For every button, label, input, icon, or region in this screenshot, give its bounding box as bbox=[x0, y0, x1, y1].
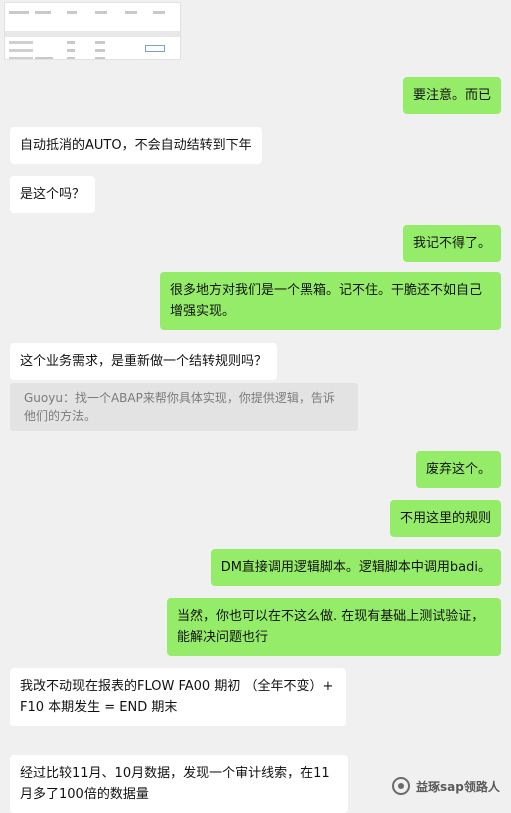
message-bubble-sent[interactable]: 很多地方对我们是一个黑箱。记不住。干脆还不如自己增强实现。 bbox=[160, 272, 501, 330]
table-screenshot-thumbnail[interactable] bbox=[4, 2, 181, 60]
message-bubble-sent[interactable]: 要注意。而已 bbox=[402, 77, 501, 114]
chat-thread[interactable]: 要注意。而已 自动抵消的AUTO，不会自动结转到下年 是这个吗？ 我记不得了。 … bbox=[0, 0, 511, 813]
message-bubble-sent[interactable]: DM直接调用逻辑脚本。逻辑脚本中调用badi。 bbox=[210, 549, 501, 586]
message-bubble-sent[interactable]: 当然，你也可以在不这么做. 在现有基础上测试验证，能解决问题也行 bbox=[167, 598, 501, 656]
message-bubble-received[interactable]: 这个业务需求，是重新做一个结转规则吗？ bbox=[10, 343, 278, 380]
message-bubble-received[interactable]: 是这个吗？ bbox=[10, 176, 96, 213]
message-bubble-received[interactable]: 经过比较11月、10月数据，发现一个审计线索，在11月多了100倍的数据量 bbox=[10, 755, 348, 813]
message-bubble-sent[interactable]: 废弃这个。 bbox=[415, 451, 501, 488]
watermark: 益琢sap领路人 bbox=[392, 774, 500, 798]
quoted-reply[interactable]: Guoyu：找一个ABAP来帮你具体实现，你提供逻辑，告诉他们的方法。 bbox=[10, 383, 358, 431]
message-bubble-sent[interactable]: 我记不得了。 bbox=[402, 225, 501, 262]
message-bubble-received[interactable]: 我改不动现在报表的FLOW FA00 期初 （全年不变）+ F10 本期发生 =… bbox=[10, 668, 346, 726]
wechat-official-account-icon bbox=[392, 777, 410, 795]
message-bubble-received[interactable]: 自动抵消的AUTO，不会自动结转到下年 bbox=[10, 127, 262, 164]
watermark-text: 益琢sap领路人 bbox=[416, 779, 500, 794]
message-bubble-sent[interactable]: 不用这里的规则 bbox=[389, 500, 501, 537]
